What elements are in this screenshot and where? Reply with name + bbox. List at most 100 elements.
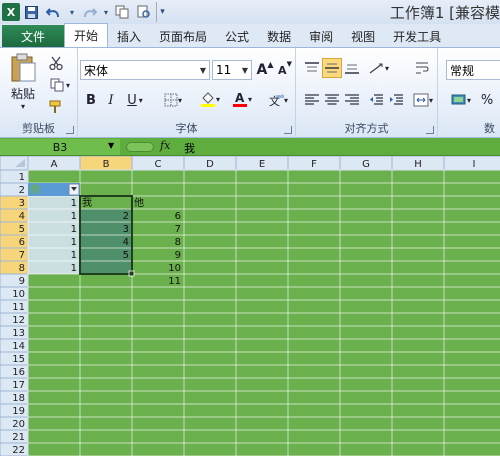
insert-function-icon[interactable]: fx [160,139,170,152]
tab-developer[interactable]: 开发工具 [384,25,450,47]
row-header-label: 8 [19,263,25,274]
cell-c6[interactable]: 8 [175,237,181,248]
font-dialog-launcher[interactable] [284,126,292,134]
cell-c3[interactable]: 他 [134,196,144,209]
cell-b6[interactable]: 4 [123,237,129,248]
borders-dropdown-icon: ▾ [177,95,182,105]
row-header-label: 11 [12,302,25,313]
align-center-button[interactable] [322,90,342,110]
tab-review[interactable]: 审阅 [300,25,342,47]
cell-c9[interactable]: 11 [168,276,181,287]
worksheet-svg[interactable]: A B C D E F G H I1234567891011121314151617181920… [0,155,500,456]
align-left-icon [305,94,319,105]
wrap-text-button[interactable] [412,58,432,78]
tab-home[interactable]: 开始 [64,23,109,47]
tab-formulas[interactable]: 公式 [216,25,258,47]
fill-color-button[interactable]: ▾ [196,88,224,110]
name-box-dropdown-icon[interactable]: ▼ [108,141,114,150]
worksheet-grid[interactable]: A B C D E F G H I 1 2 3 4 5 6 7 8 9 10 11 12 13 14 15 16 17 18 19 20… [0,155,500,456]
alignment-group-label: 对齐方式 [344,122,389,135]
cell-c4[interactable]: 6 [175,211,181,222]
cell-a2[interactable]: 你 [29,183,40,196]
paste-button[interactable]: 粘贴 ▾ [6,52,40,112]
underline-button[interactable]: U ▾ [122,90,148,110]
font-group-label: 字体 [175,122,198,135]
align-right-button[interactable] [342,90,362,110]
number-format-combo[interactable]: 常规 [446,60,500,80]
cell-b4[interactable]: 2 [123,211,129,222]
cell-a7[interactable]: 1 [71,250,77,261]
name-box[interactable]: B3 [0,139,120,155]
clipboard-dialog-launcher[interactable] [66,126,74,134]
column-header-label: H [414,159,422,170]
decrease-indent-icon [370,94,383,105]
row-header-label: 7 [19,250,25,261]
grow-font-label: A [256,62,268,78]
font-size-value: 11 [216,63,232,77]
tab-page-layout[interactable]: 页面布局 [150,25,216,47]
save-icon[interactable] [22,2,40,22]
tab-insert[interactable]: 插入 [108,25,150,47]
format-painter-icon[interactable] [46,98,66,116]
cell-a4[interactable]: 1 [71,211,77,222]
customize-qat-icon[interactable]: ▾ [156,2,168,22]
merge-center-button[interactable]: ▾ [410,90,436,110]
accounting-format-button[interactable]: ▾ [448,90,474,110]
row-header-label: 9 [19,276,25,287]
orientation-button[interactable]: ▾ [366,58,392,78]
number-group: 常规 ▾ % 数 [438,48,500,138]
row-header-label: 22 [12,445,25,456]
redo-icon[interactable] [78,2,100,22]
undo-icon[interactable] [42,2,66,22]
cell-b7[interactable]: 5 [123,250,129,261]
grow-font-button[interactable]: A ▲ [256,60,274,80]
cell-b3[interactable]: 我 [82,197,92,209]
formula-bar-splitter[interactable] [126,142,154,152]
increase-indent-button[interactable] [386,90,406,110]
copy-icon [50,78,64,92]
italic-button[interactable]: I [102,90,120,110]
cut-icon[interactable] [46,54,66,72]
cell-c5[interactable]: 7 [175,224,181,235]
cell-b5[interactable]: 3 [123,224,129,235]
align-top-button[interactable] [302,58,322,78]
alignment-dialog-launcher[interactable] [426,126,434,134]
copy-icon[interactable] [112,2,132,22]
cell-a3[interactable]: 1 [71,198,77,209]
excel-app-icon[interactable]: X [2,3,20,21]
borders-button[interactable]: ▾ [160,90,186,110]
font-color-icon: A [232,91,247,107]
phonetic-guide-button[interactable]: 文wén ▾ [264,90,292,110]
font-name-combo[interactable]: 宋体 ▼ [80,60,210,80]
font-color-button[interactable]: A ▾ [228,88,256,110]
undo-dropdown-icon[interactable]: ▾ [68,2,76,22]
tab-data[interactable]: 数据 [258,25,300,47]
tab-file[interactable]: 文件 [2,25,64,47]
font-size-combo[interactable]: 11 ▼ [212,60,252,80]
fill-handle[interactable] [128,270,135,277]
ribbon: 粘贴 ▾ ▾ 剪贴板 宋体 ▼ 11 ▼ A ▲ A ▼ B I U ▾ ▾ ▾… [0,48,500,138]
formula-input[interactable]: 我 [184,140,195,156]
bold-button[interactable]: B [82,90,100,110]
cell-c8[interactable]: 10 [168,263,181,274]
print-preview-icon[interactable] [134,2,154,22]
row-header-label: 14 [12,341,25,352]
copy-dropdown-icon: ▾ [65,80,70,90]
shrink-font-button[interactable]: A ▼ [276,60,294,80]
cell-a6[interactable]: 1 [71,237,77,248]
row-header-label: 18 [12,393,25,404]
align-bottom-button[interactable] [342,58,362,78]
cell-a5[interactable]: 1 [71,224,77,235]
cell-a8[interactable]: 1 [71,263,77,274]
align-middle-button[interactable] [322,58,342,78]
tab-view[interactable]: 视图 [342,25,384,47]
cell-c7[interactable]: 9 [175,250,181,261]
svg-text:A: A [235,91,245,105]
decrease-indent-button[interactable] [366,90,386,110]
percent-style-button[interactable]: % [478,90,496,110]
redo-dropdown-icon[interactable]: ▾ [102,2,110,22]
align-left-button[interactable] [302,90,322,110]
copy-button[interactable]: ▾ [46,76,74,94]
borders-icon [164,93,178,107]
svg-text:wén: wén [276,93,284,100]
